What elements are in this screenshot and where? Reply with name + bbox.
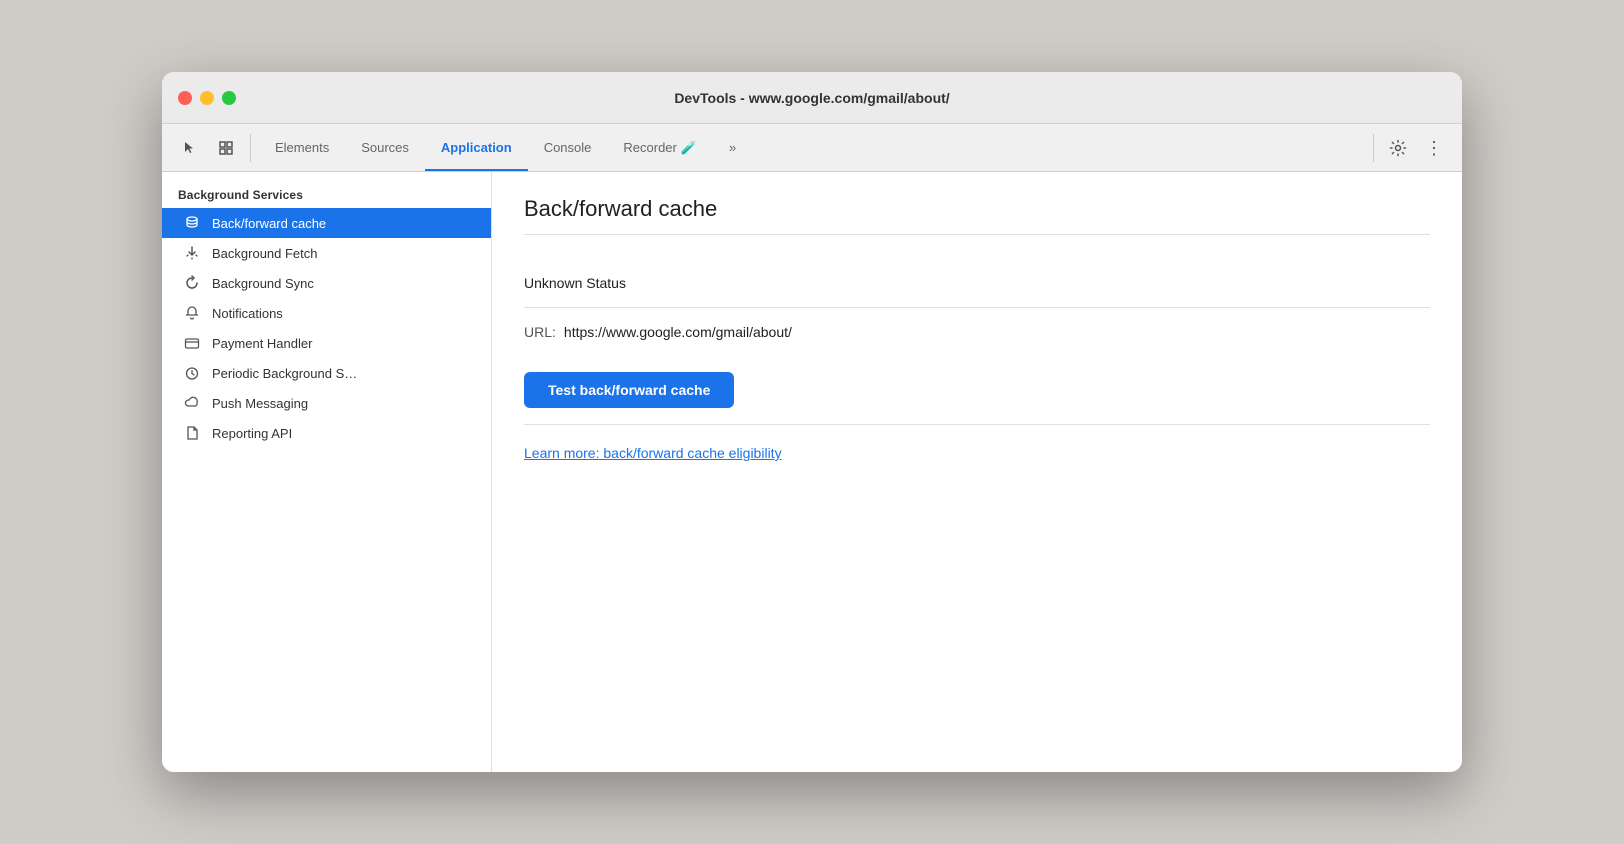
settings-button[interactable] — [1382, 132, 1414, 164]
inspect-icon — [218, 140, 234, 156]
cloud-icon — [182, 395, 202, 411]
url-label: URL: — [524, 324, 556, 340]
sidebar-item-background-fetch[interactable]: Background Fetch — [162, 238, 491, 268]
sidebar-item-back-forward-cache[interactable]: Back/forward cache — [162, 208, 491, 238]
maximize-button[interactable] — [222, 91, 236, 105]
title-bar: DevTools - www.google.com/gmail/about/ — [162, 72, 1462, 124]
main-content: Background Services Back/forward cache — [162, 172, 1462, 772]
cursor-icon-button[interactable] — [174, 132, 206, 164]
url-value: https://www.google.com/gmail/about/ — [564, 324, 792, 340]
database-icon — [182, 215, 202, 231]
clock-icon — [182, 365, 202, 381]
sidebar-item-notifications[interactable]: Notifications — [162, 298, 491, 328]
inspect-icon-button[interactable] — [210, 132, 242, 164]
window-title: DevTools - www.google.com/gmail/about/ — [674, 90, 949, 106]
sidebar-item-label-periodic-background: Periodic Background S… — [212, 366, 357, 381]
gear-icon — [1389, 139, 1407, 157]
sidebar-item-label-push-messaging: Push Messaging — [212, 396, 308, 411]
cursor-icon — [182, 140, 198, 156]
learn-more-section: Learn more: back/forward cache eligibili… — [524, 425, 1430, 483]
sidebar-item-label-background-sync: Background Sync — [212, 276, 314, 291]
sidebar-item-payment-handler[interactable]: Payment Handler — [162, 328, 491, 358]
sidebar-item-push-messaging[interactable]: Push Messaging — [162, 388, 491, 418]
sidebar-item-label-reporting-api: Reporting API — [212, 426, 292, 441]
content-title: Back/forward cache — [524, 196, 1430, 235]
sidebar-item-label-payment-handler: Payment Handler — [212, 336, 312, 351]
sidebar: Background Services Back/forward cache — [162, 172, 492, 772]
url-row: URL: https://www.google.com/gmail/about/… — [524, 308, 1430, 425]
tab-elements[interactable]: Elements — [259, 124, 345, 171]
fetch-icon — [182, 245, 202, 261]
content-panel: Back/forward cache Unknown Status URL: h… — [492, 172, 1462, 772]
close-button[interactable] — [178, 91, 192, 105]
traffic-lights — [178, 91, 236, 105]
status-row: Unknown Status — [524, 259, 1430, 308]
payment-icon — [182, 335, 202, 351]
toolbar-right-divider — [1373, 134, 1374, 162]
sidebar-item-label-background-fetch: Background Fetch — [212, 246, 318, 261]
sidebar-item-background-sync[interactable]: Background Sync — [162, 268, 491, 298]
sidebar-item-label-notifications: Notifications — [212, 306, 283, 321]
toolbar: Elements Sources Application Console Rec… — [162, 124, 1462, 172]
minimize-button[interactable] — [200, 91, 214, 105]
tab-console[interactable]: Console — [528, 124, 608, 171]
sidebar-section-header: Background Services — [162, 180, 491, 208]
recorder-icon: 🧪 — [681, 140, 697, 156]
toolbar-right: ⋮ — [1369, 132, 1450, 164]
learn-more-link[interactable]: Learn more: back/forward cache eligibili… — [524, 445, 782, 461]
toolbar-divider-1 — [250, 134, 251, 162]
devtools-window: DevTools - www.google.com/gmail/about/ E… — [162, 72, 1462, 772]
toolbar-tabs: Elements Sources Application Console Rec… — [259, 124, 1365, 171]
sidebar-item-label-back-forward-cache: Back/forward cache — [212, 216, 326, 231]
status-text: Unknown Status — [524, 275, 626, 291]
tab-sources[interactable]: Sources — [345, 124, 425, 171]
sidebar-item-reporting-api[interactable]: Reporting API — [162, 418, 491, 448]
test-cache-button[interactable]: Test back/forward cache — [524, 372, 734, 408]
tab-recorder[interactable]: Recorder 🧪 — [607, 124, 713, 171]
sidebar-item-periodic-background[interactable]: Periodic Background S… — [162, 358, 491, 388]
more-options-button[interactable]: ⋮ — [1418, 132, 1450, 164]
more-options-icon: ⋮ — [1425, 139, 1443, 157]
bell-icon — [182, 305, 202, 321]
sync-icon — [182, 275, 202, 291]
report-icon — [182, 425, 202, 441]
tab-application[interactable]: Application — [425, 124, 528, 171]
tab-more[interactable]: » — [713, 124, 752, 171]
